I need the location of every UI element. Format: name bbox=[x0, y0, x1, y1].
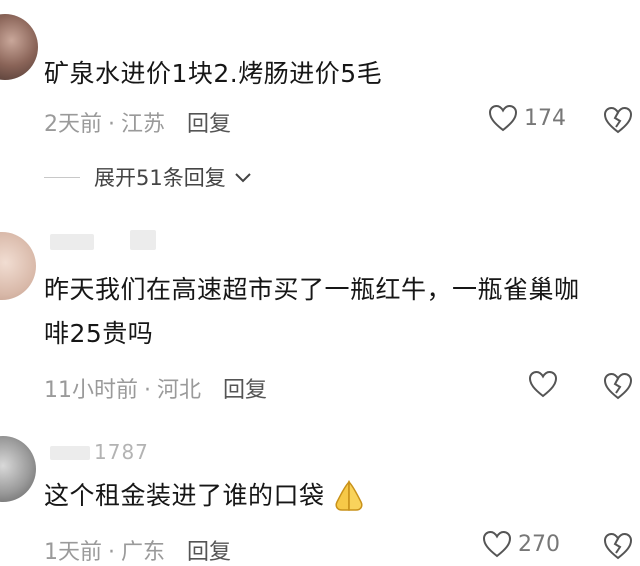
comment-meta: 11小时前 · 河北 回复 bbox=[44, 372, 267, 404]
chevron-down-icon bbox=[235, 173, 251, 183]
comment-meta: 2天前 · 江苏 回复 bbox=[44, 106, 231, 138]
comment-meta: 1天前 · 广东 回复 bbox=[44, 534, 231, 566]
comment-time: 1天前 bbox=[44, 540, 102, 565]
avatar[interactable] bbox=[0, 14, 38, 80]
dislike-icon[interactable] bbox=[602, 372, 634, 400]
like-count: 174 bbox=[524, 105, 566, 131]
reply-button[interactable]: 回复 bbox=[223, 378, 267, 403]
divider bbox=[44, 176, 80, 178]
like-count: 270 bbox=[518, 531, 560, 557]
username[interactable]: 1787 bbox=[94, 440, 149, 464]
avatar[interactable] bbox=[0, 232, 36, 300]
like-button[interactable]: 174 bbox=[488, 104, 566, 132]
pray-hands-icon bbox=[335, 480, 363, 511]
expand-replies-label: 展开51条回复 bbox=[94, 166, 226, 190]
reply-button[interactable]: 回复 bbox=[187, 540, 231, 565]
comment-location: 河北 bbox=[157, 378, 202, 403]
comment-time: 2天前 bbox=[44, 112, 102, 137]
username-blur bbox=[130, 230, 156, 250]
comment-text: 这个租金装进了谁的口袋 bbox=[44, 474, 367, 518]
heart-icon bbox=[488, 104, 518, 132]
heart-icon bbox=[528, 370, 558, 398]
comment-text: 矿泉水进价1块2.烤肠进价5毛 bbox=[44, 59, 383, 88]
comment-text: 昨天我们在高速超市买了一瓶红牛，一瓶雀巢咖 啡25贵吗 bbox=[44, 268, 580, 356]
comment-text-body: 这个租金装进了谁的口袋 bbox=[44, 481, 325, 510]
comment-location: 广东 bbox=[121, 540, 166, 565]
username-blur bbox=[50, 234, 94, 250]
dislike-icon[interactable] bbox=[602, 106, 634, 134]
dislike-icon[interactable] bbox=[602, 532, 634, 560]
separator: · bbox=[108, 540, 115, 565]
comment-time: 11小时前 bbox=[44, 378, 138, 403]
comment-text-line: 昨天我们在高速超市买了一瓶红牛，一瓶雀巢咖 bbox=[44, 275, 580, 304]
separator: · bbox=[144, 378, 151, 403]
reply-button[interactable]: 回复 bbox=[187, 112, 231, 137]
comment-location: 江苏 bbox=[121, 112, 166, 137]
expand-replies-button[interactable]: 展开51条回复 bbox=[44, 162, 254, 192]
avatar[interactable] bbox=[0, 436, 36, 502]
comment-text-line: 啡25贵吗 bbox=[44, 319, 154, 348]
like-button[interactable] bbox=[528, 370, 564, 398]
username-blur bbox=[50, 446, 90, 460]
separator: · bbox=[108, 112, 115, 137]
